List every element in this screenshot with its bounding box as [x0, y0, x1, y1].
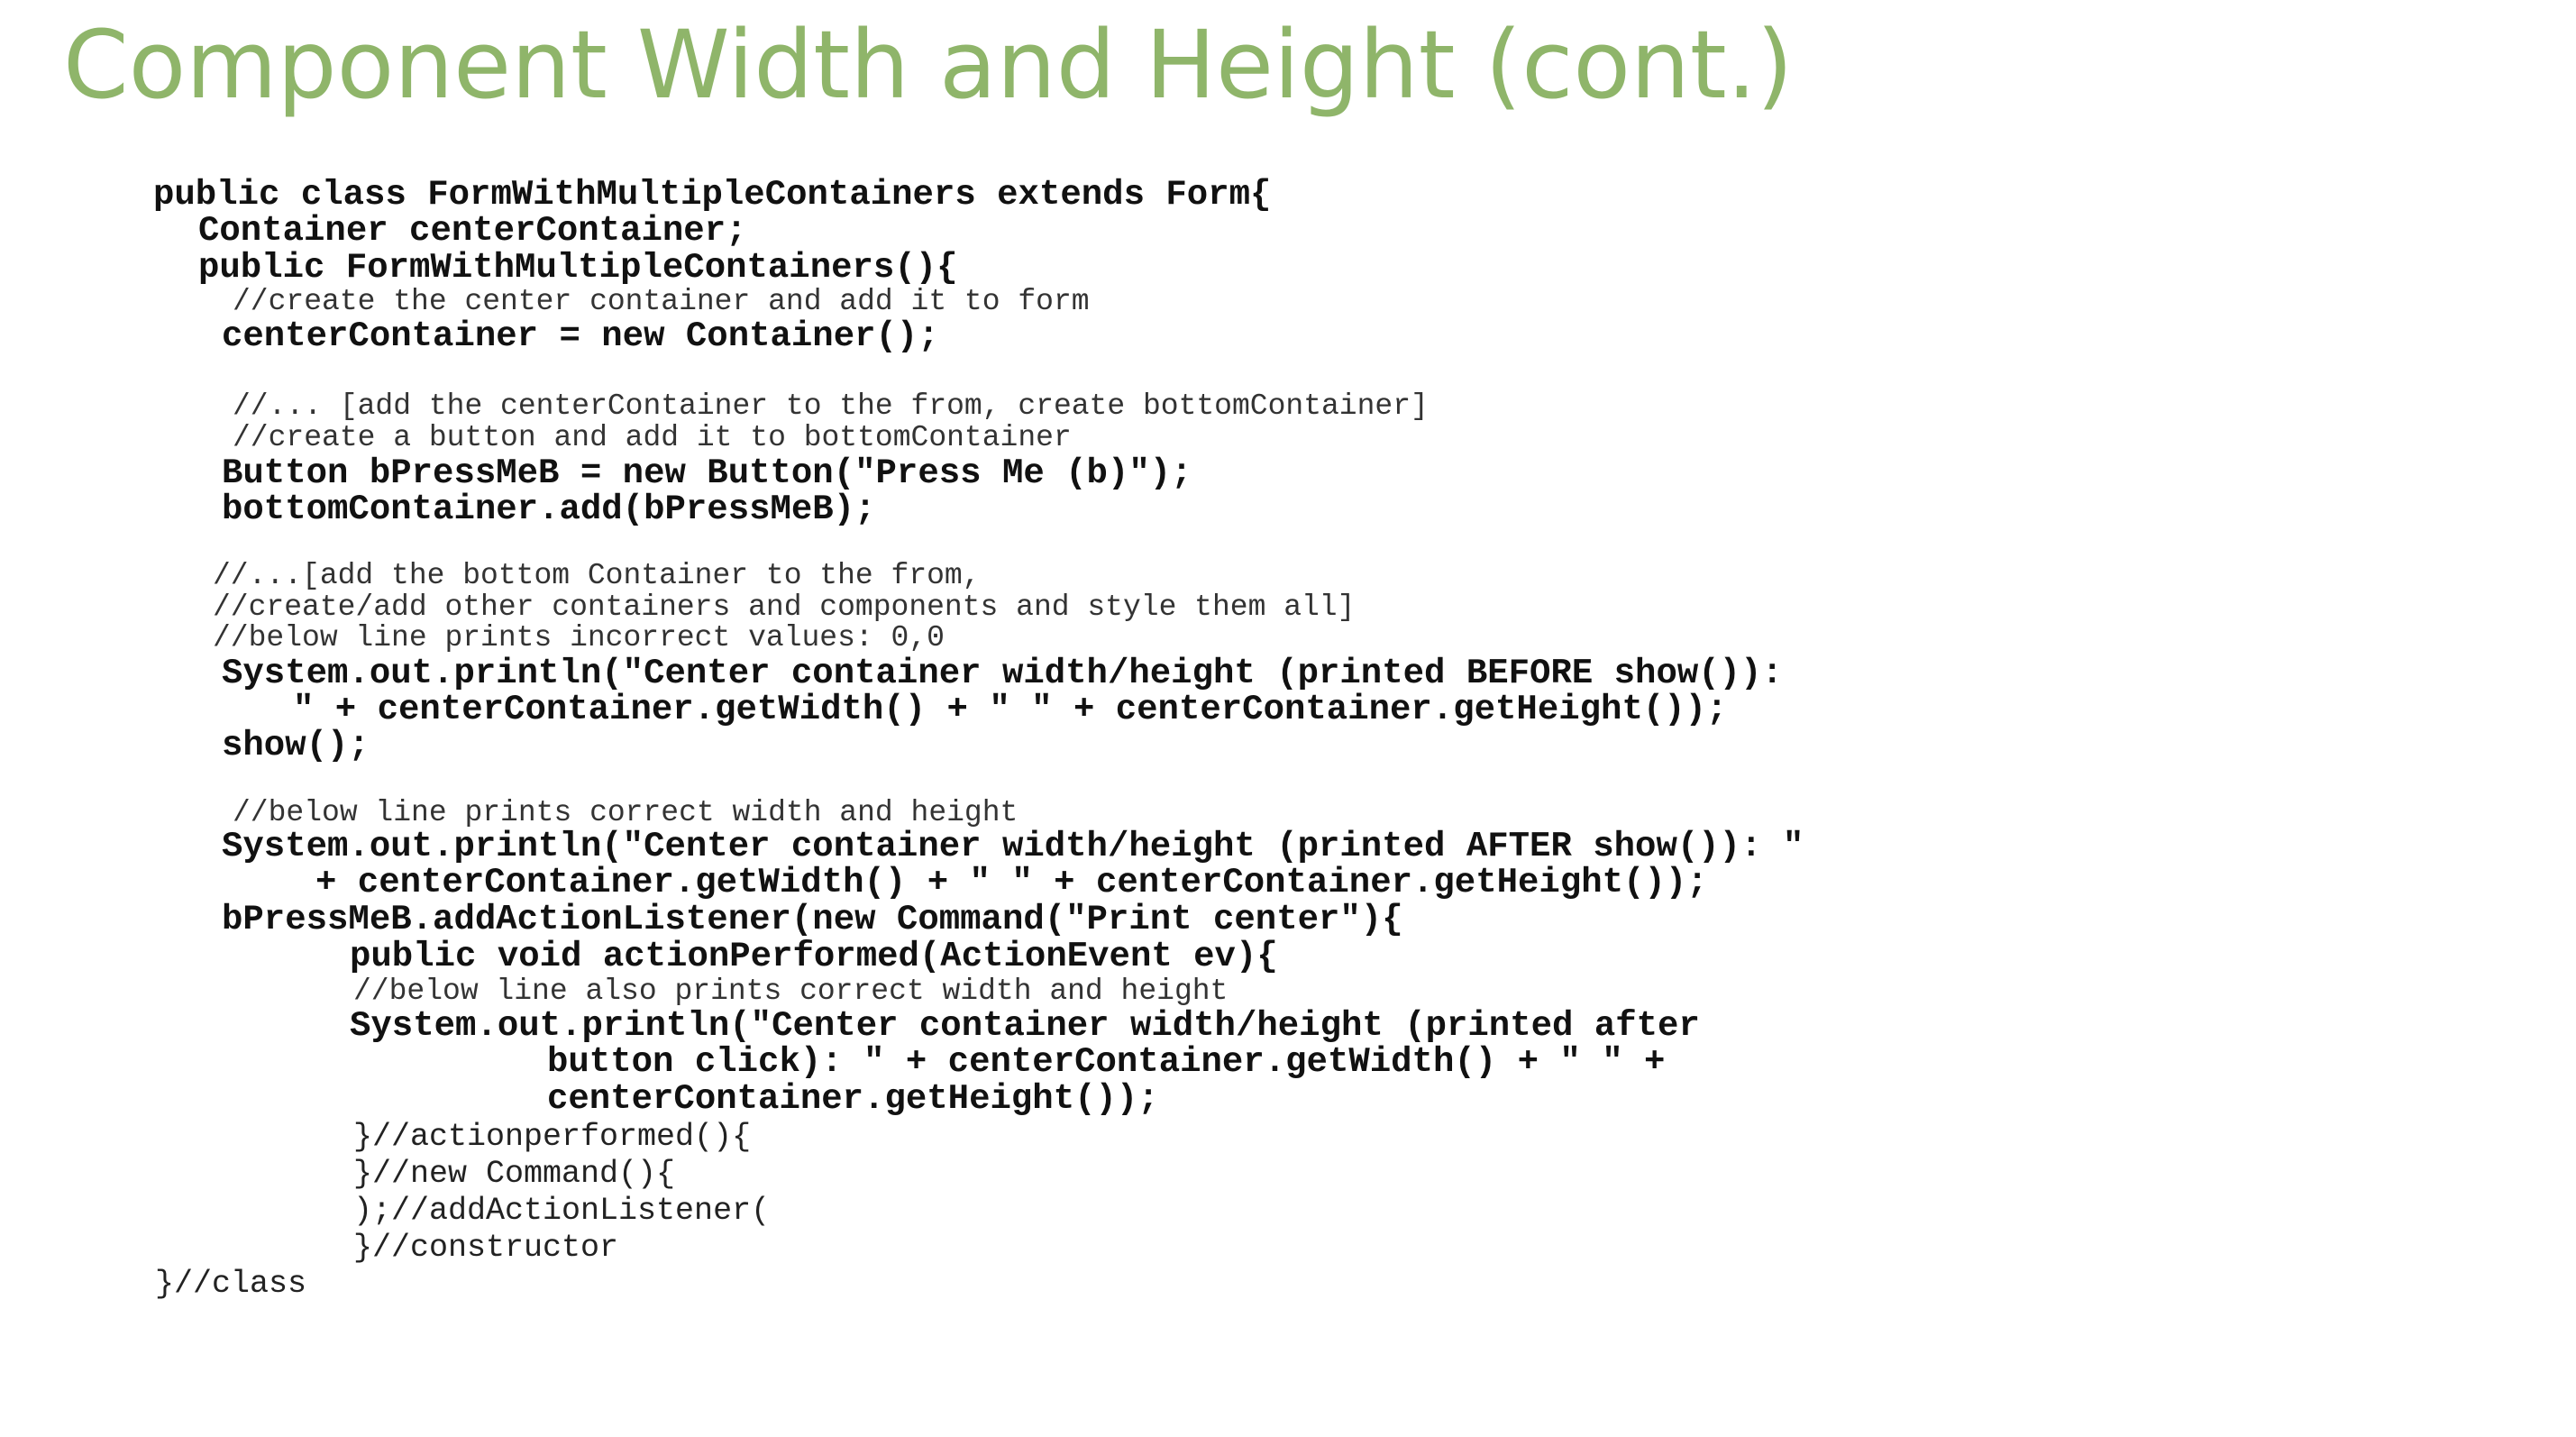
code-line: " + centerContainer.getWidth() + " " + c… [293, 690, 1728, 729]
slide: Component Width and Height (cont.) publi… [0, 0, 2576, 1437]
code-line: Button bPressMeB = new Button("Press Me … [222, 453, 1192, 493]
code-closing: }//new Command(){ [353, 1156, 676, 1192]
code-comment: //... [add the centerContainer to the fr… [233, 389, 1429, 423]
code-line: bottomContainer.add(bPressMeB); [222, 490, 876, 529]
code-line: button click): " + centerContainer.getWi… [547, 1042, 1666, 1082]
code-comment: //create/add other containers and compon… [213, 590, 1356, 624]
code-line: public FormWithMultipleContainers(){ [198, 248, 958, 288]
code-line: System.out.println("Center container wid… [350, 1006, 1700, 1046]
code-comment: //below line prints correct width and he… [233, 796, 1019, 829]
code-line: show(); [222, 726, 370, 765]
code-comment: //below line also prints correct width a… [353, 975, 1229, 1008]
code-line: System.out.println("Center container wid… [222, 827, 1804, 866]
code-line: centerContainer.getHeight()); [547, 1079, 1159, 1119]
code-comment: //...[add the bottom Container to the fr… [213, 559, 981, 592]
code-line: + centerContainer.getWidth() + " " + cen… [315, 863, 1708, 902]
code-line: System.out.println("Center container wid… [222, 654, 1783, 693]
code-line: public void actionPerformed(ActionEvent … [350, 937, 1278, 976]
code-closing: }//class [155, 1266, 307, 1302]
code-line: Container centerContainer; [198, 211, 747, 251]
code-closing: }//actionperformed(){ [353, 1119, 752, 1155]
code-comment: //create a button and add it to bottomCo… [233, 421, 1072, 454]
code-comment: //create the center container and add it… [233, 285, 1090, 318]
code-block: public class FormWithMultipleContainers … [0, 0, 2576, 1437]
code-line: bPressMeB.addActionListener(new Command(… [222, 900, 1403, 939]
code-line: centerContainer = new Container(); [222, 316, 939, 356]
code-comment: //below line prints incorrect values: 0,… [213, 621, 945, 654]
code-closing: }//constructor [353, 1230, 619, 1266]
code-closing: );//addActionListener( [353, 1193, 771, 1229]
code-line: public class FormWithMultipleContainers … [153, 175, 1272, 215]
